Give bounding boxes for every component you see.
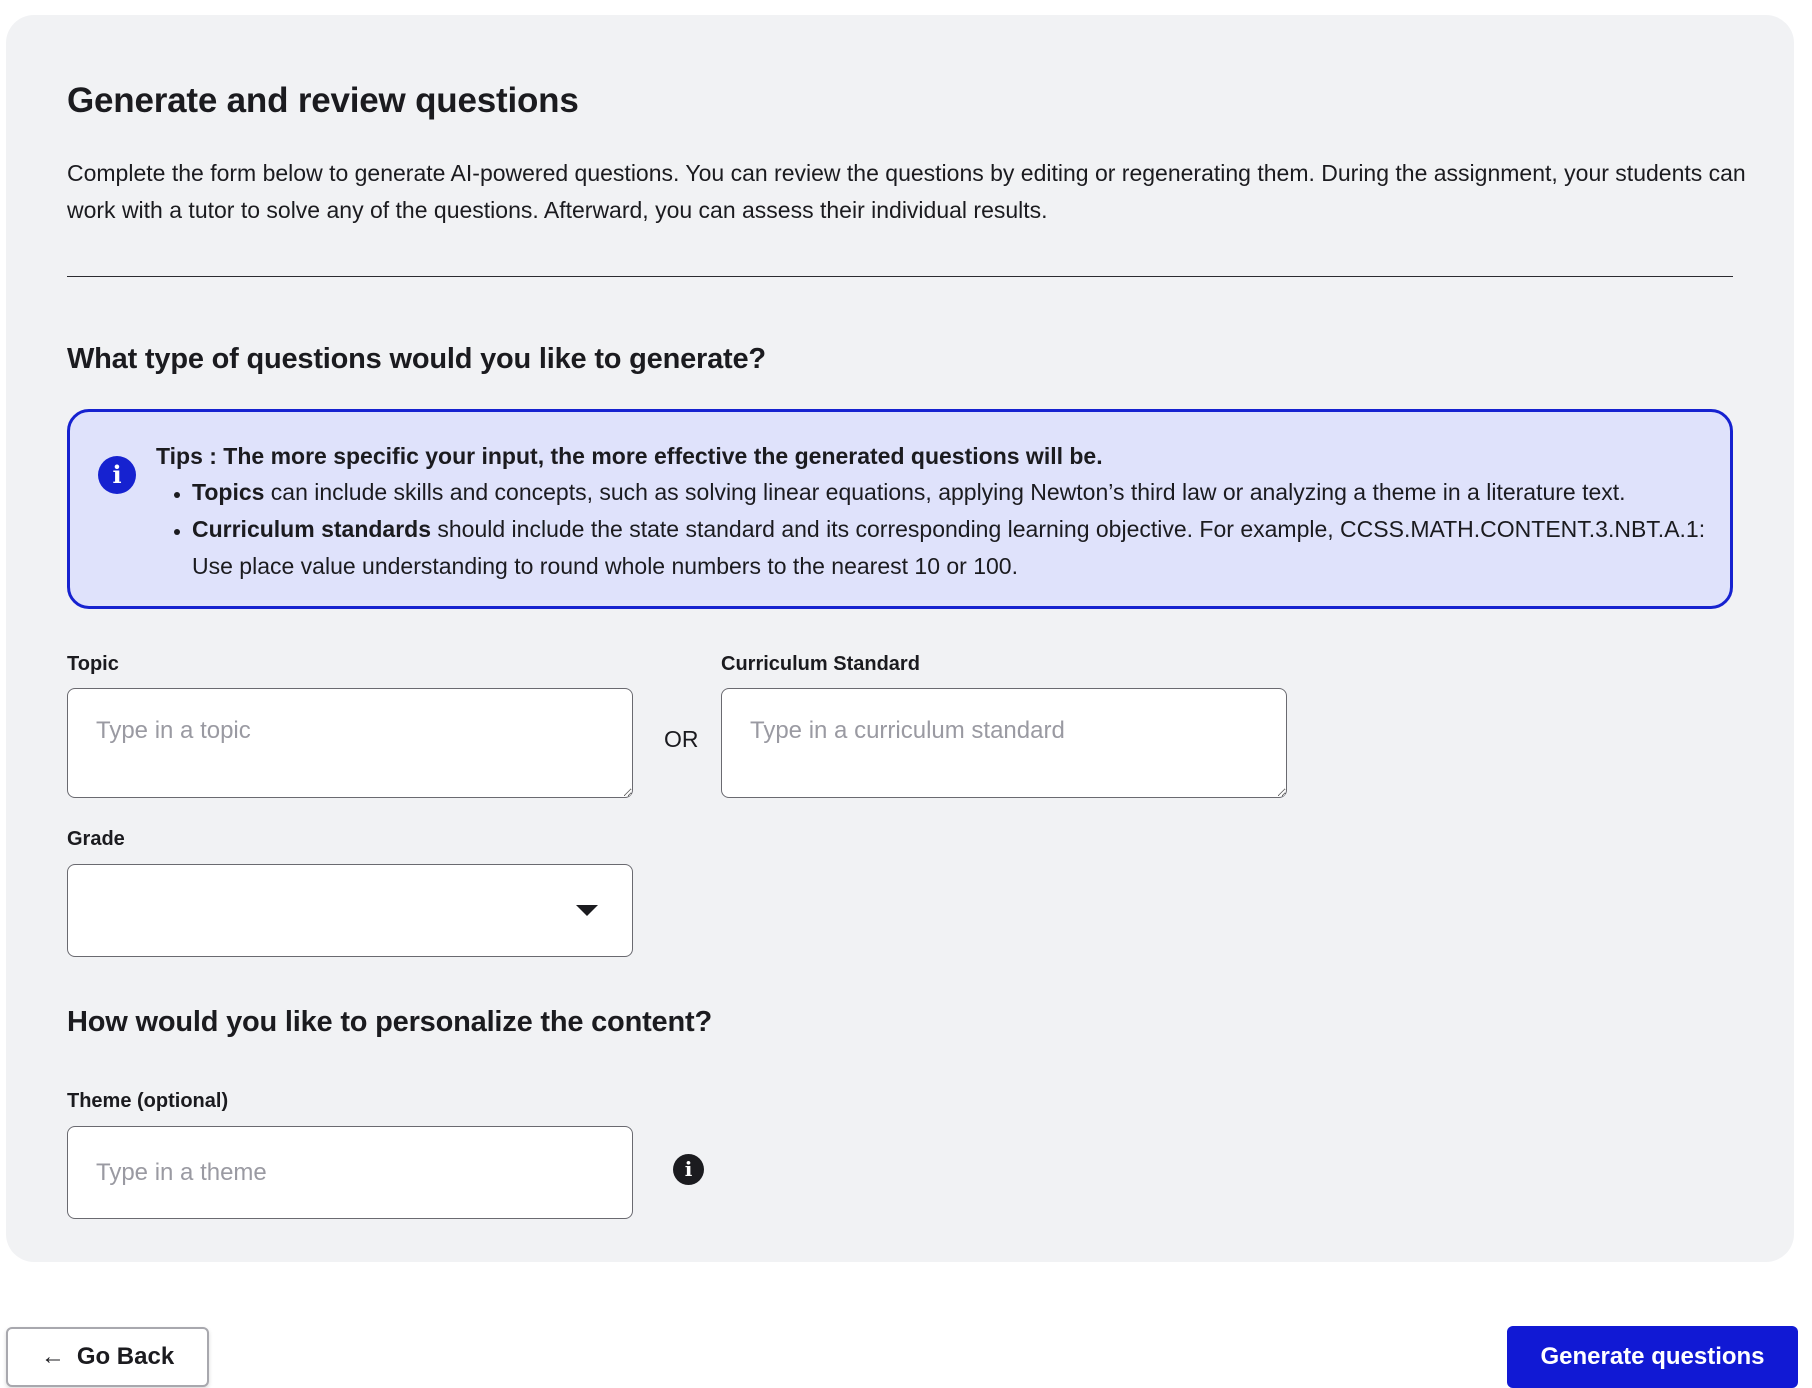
divider xyxy=(67,276,1733,277)
theme-label: Theme (optional) xyxy=(67,1090,229,1112)
tip-topics-bold: Topics xyxy=(192,479,265,505)
tip-curriculum: Curriculum standards should include the … xyxy=(192,511,1716,585)
topic-input[interactable] xyxy=(67,688,633,798)
tip-topics-text: can include skills and concepts, such as… xyxy=(264,479,1626,505)
curriculum-label: Curriculum Standard xyxy=(721,653,920,675)
form-card: Generate and review questions Complete t… xyxy=(6,15,1794,1262)
go-back-button[interactable]: ← Go Back xyxy=(6,1327,209,1387)
tips-list: Topics can include skills and concepts, … xyxy=(156,474,1716,585)
info-icon[interactable]: i xyxy=(673,1154,704,1185)
tips-box: i Tips : The more specific your input, t… xyxy=(67,409,1733,609)
arrow-left-icon: ← xyxy=(40,1343,65,1370)
chevron-down-icon xyxy=(576,905,598,916)
page-intro: Complete the form below to generate AI-p… xyxy=(67,160,1746,223)
grade-label: Grade xyxy=(67,828,125,850)
personalize-heading: How would you like to personalize the co… xyxy=(67,1006,712,1038)
question-type-heading: What type of questions would you like to… xyxy=(67,343,766,375)
theme-input[interactable] xyxy=(67,1126,633,1219)
tip-topics: Topics can include skills and concepts, … xyxy=(192,474,1716,511)
page-title: Generate and review questions xyxy=(67,81,579,120)
or-separator: OR xyxy=(664,726,699,752)
topic-label: Topic xyxy=(67,653,119,675)
info-icon: i xyxy=(98,456,136,494)
generate-questions-button[interactable]: Generate questions xyxy=(1507,1326,1798,1388)
tip-curriculum-bold: Curriculum standards xyxy=(192,516,431,542)
go-back-label: Go Back xyxy=(76,1343,175,1370)
tips-heading: Tips : The more specific your input, the… xyxy=(156,443,1103,469)
curriculum-standard-input[interactable] xyxy=(721,688,1287,798)
grade-select[interactable] xyxy=(67,864,633,957)
